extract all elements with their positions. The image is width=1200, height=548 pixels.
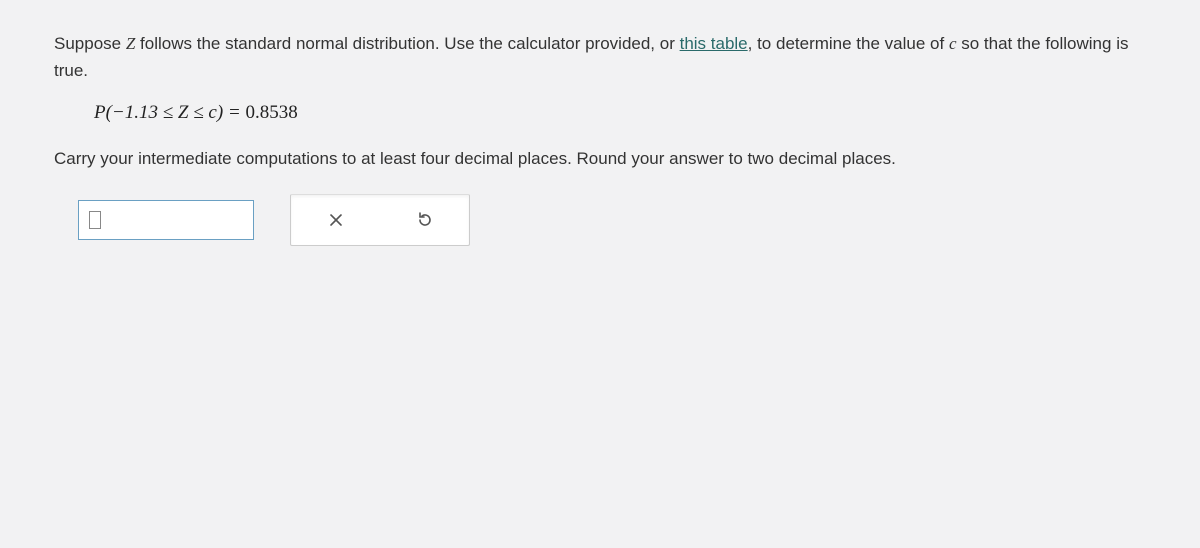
controls-row xyxy=(54,194,1146,246)
probability-equation: P(−1.13 ≤ Z ≤ c) = 0.8538 xyxy=(54,98,1146,128)
x-icon xyxy=(328,212,344,228)
var-z: Z xyxy=(126,34,135,53)
undo-icon xyxy=(416,211,434,229)
instructions-text: Carry your intermediate computations to … xyxy=(54,145,1146,172)
eq-rhs: 0.8538 xyxy=(246,102,298,123)
this-table-link[interactable]: this table xyxy=(680,34,748,53)
intro-after-link: , to determine the value of xyxy=(748,34,949,53)
eq-lhs: P(−1.13 ≤ Z ≤ c) = xyxy=(94,102,246,123)
clear-button[interactable] xyxy=(312,202,360,238)
intro-mid: follows the standard normal distribution… xyxy=(135,34,679,53)
problem-intro: Suppose Z follows the standard normal di… xyxy=(54,30,1146,84)
button-tray xyxy=(290,194,470,246)
answer-placeholder-icon xyxy=(89,211,101,229)
intro-prefix: Suppose xyxy=(54,34,126,53)
answer-input[interactable] xyxy=(78,200,254,240)
reset-button[interactable] xyxy=(401,202,449,238)
